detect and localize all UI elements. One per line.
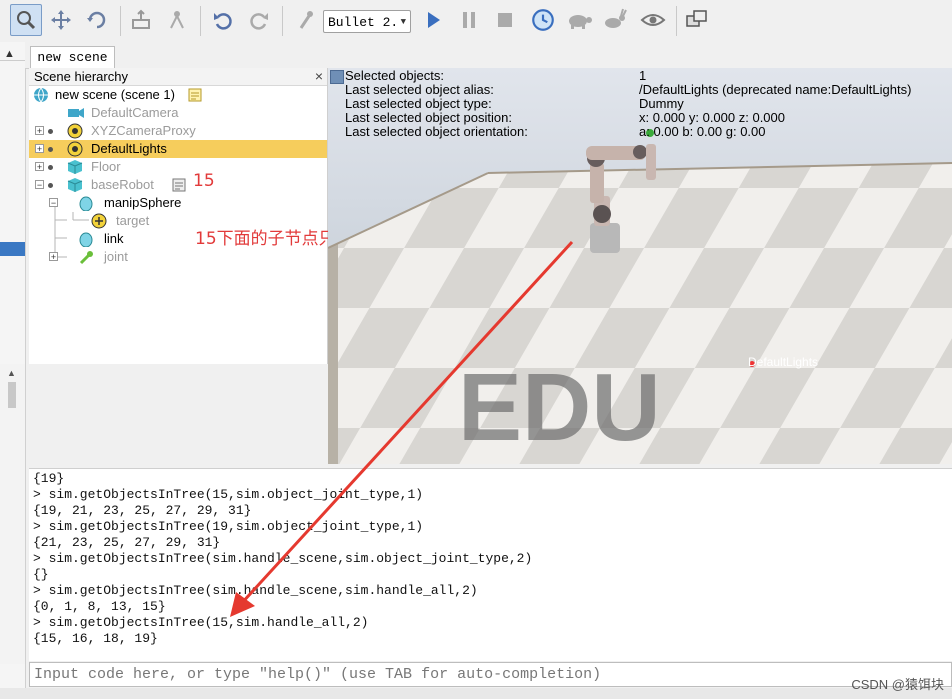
info-label-alias: Last selected object alias: xyxy=(345,82,494,97)
scene-hierarchy-panel: Scene hierarchy × new scene (scene 1) De… xyxy=(29,68,503,364)
tree-node-default-lights[interactable]: + DefaultLights xyxy=(29,140,327,158)
script-icon[interactable] xyxy=(187,87,203,103)
info-value-type: Dummy xyxy=(639,96,684,111)
visibility-dot-icon xyxy=(48,129,53,134)
visibility-dot-icon xyxy=(48,183,53,188)
expand-icon[interactable]: + xyxy=(49,252,58,262)
console-line: {19, 21, 23, 25, 27, 29, 31} xyxy=(33,503,252,518)
expand-icon[interactable]: + xyxy=(35,144,44,154)
expand-icon[interactable]: + xyxy=(35,162,44,172)
assemble-icon[interactable] xyxy=(162,5,192,35)
rabbit-fast-icon[interactable] xyxy=(600,5,630,35)
lua-console-output[interactable]: {19} > sim.getObjectsInTree(15,sim.objec… xyxy=(29,468,952,661)
realtime-clock-icon[interactable] xyxy=(528,5,558,35)
tree-node-label: baseRobot xyxy=(91,177,154,192)
tree-node-base-robot[interactable]: − baseRobot 15 xyxy=(33,172,323,194)
tab-new-scene[interactable]: new scene xyxy=(30,46,115,69)
scroll-up-icon[interactable]: ▲ xyxy=(7,368,16,378)
camera-pan-icon[interactable] xyxy=(10,4,42,36)
visibility-dot-icon xyxy=(48,165,53,170)
page-selector-icon[interactable] xyxy=(682,5,712,35)
info-value-orientation: a: 0.00 b: 0.00 g: 0.00 xyxy=(639,124,766,139)
console-line: {0, 1, 8, 13, 15} xyxy=(33,599,166,614)
console-line: {19} xyxy=(33,471,65,486)
stop-icon[interactable] xyxy=(490,5,520,35)
script-icon[interactable] xyxy=(171,177,187,193)
tree-node-label: manipSphere xyxy=(104,195,182,210)
eye-visualization-icon[interactable] xyxy=(638,5,668,35)
turtle-slow-icon[interactable] xyxy=(564,5,594,35)
console-line: > sim.getObjectsInTree(15,sim.object_joi… xyxy=(33,487,424,502)
tree-node-label: Floor xyxy=(91,159,121,174)
info-value-position: x: 0.000 y: 0.000 z: 0.000 xyxy=(639,110,785,125)
info-label-selected: Selected objects: xyxy=(345,68,445,83)
info-label-type: Last selected object type: xyxy=(345,96,492,111)
console-input-placeholder: Input code here, or type "help()" (use T… xyxy=(34,666,602,683)
scene-tab-bar: new scene xyxy=(25,42,952,69)
tab-label: new scene xyxy=(37,50,108,65)
console-line: > sim.getObjectsInTree(19,sim.object_joi… xyxy=(33,519,424,534)
floor-object-label: DefaultLights xyxy=(748,355,818,369)
tree-node-floor[interactable]: + Floor xyxy=(33,158,323,176)
info-value-selected: 1 xyxy=(639,68,647,83)
tree-node-manip-sphere[interactable]: − manipSphere xyxy=(47,194,317,212)
console-line: > sim.getObjectsInTree(15,sim.handle_all… xyxy=(33,615,369,630)
light-icon xyxy=(67,123,83,139)
physics-engine-value: Bullet 2. xyxy=(328,15,399,30)
joint-icon xyxy=(79,251,93,265)
visibility-dot-icon xyxy=(48,147,53,152)
info-value-alias: /DefaultLights (deprecated name:DefaultL… xyxy=(639,82,912,97)
collapse-icon[interactable]: − xyxy=(35,180,44,190)
viewport-menu-icon[interactable] xyxy=(330,70,344,84)
console-line: > sim.getObjectsInTree(sim.handle_scene,… xyxy=(33,583,478,598)
left-strip-selection[interactable] xyxy=(0,242,25,256)
tree-node-label: new scene (scene 1) xyxy=(55,87,175,102)
expand-icon[interactable]: + xyxy=(35,126,44,136)
play-icon[interactable] xyxy=(418,5,448,35)
console-line: > sim.getObjectsInTree(sim.handle_scene,… xyxy=(33,551,533,566)
info-label-position: Last selected object position: xyxy=(345,110,512,125)
tree-node-label: link xyxy=(104,231,124,246)
shape-sphere-icon xyxy=(79,232,93,247)
tree-node-xyz-camera-proxy[interactable]: + XYZCameraProxy xyxy=(33,122,323,140)
edu-watermark: EDU xyxy=(458,354,661,461)
physics-engine-select[interactable]: Bullet 2. ▼ xyxy=(323,10,411,33)
tree-node-label: DefaultCamera xyxy=(91,105,179,120)
info-label-orientation: Last selected object orientation: xyxy=(345,124,528,139)
scroll-up-icon[interactable]: ▲ xyxy=(4,48,15,60)
redo-icon[interactable] xyxy=(244,5,274,35)
dynamics-content-icon[interactable] xyxy=(290,5,320,35)
shape-sphere-icon xyxy=(79,196,93,211)
console-line: {21, 23, 25, 27, 29, 31} xyxy=(33,535,221,550)
annotation-id-15: 15 xyxy=(193,171,215,191)
shape-cube-icon xyxy=(67,160,83,174)
dummy-icon xyxy=(91,213,107,229)
console-side-scrollbar[interactable]: ▲ xyxy=(0,364,26,664)
scene-viewport[interactable]: EDU DefaultLights Selected objects: 1 La… xyxy=(328,68,952,464)
csdn-watermark: CSDN @猿饵块 xyxy=(851,677,944,692)
console-input[interactable]: Input code here, or type "help()" (use T… xyxy=(29,662,952,687)
object-move-icon[interactable] xyxy=(46,5,76,35)
tree-node-label: XYZCameraProxy xyxy=(91,123,196,138)
object-rotate-icon[interactable] xyxy=(82,5,112,35)
tree-node-label: joint xyxy=(104,249,128,264)
console-line: {} xyxy=(33,567,49,582)
object-shift-icon[interactable] xyxy=(126,5,156,35)
scroll-thumb[interactable] xyxy=(8,382,16,408)
globe-icon xyxy=(34,87,48,103)
collapse-icon[interactable]: − xyxy=(49,198,58,208)
undo-icon[interactable] xyxy=(208,5,238,35)
console-line: {15, 16, 18, 19} xyxy=(33,631,158,646)
light-icon xyxy=(67,141,83,157)
tree-node-label: DefaultLights xyxy=(91,141,167,156)
taskbar xyxy=(0,688,952,699)
main-toolbar: Bullet 2. ▼ xyxy=(0,0,952,43)
chevron-down-icon: ▼ xyxy=(400,17,406,27)
pause-icon[interactable] xyxy=(454,5,484,35)
tree-node-label: target xyxy=(116,213,150,228)
camera-icon xyxy=(68,108,84,118)
shape-cube-icon xyxy=(67,178,83,192)
